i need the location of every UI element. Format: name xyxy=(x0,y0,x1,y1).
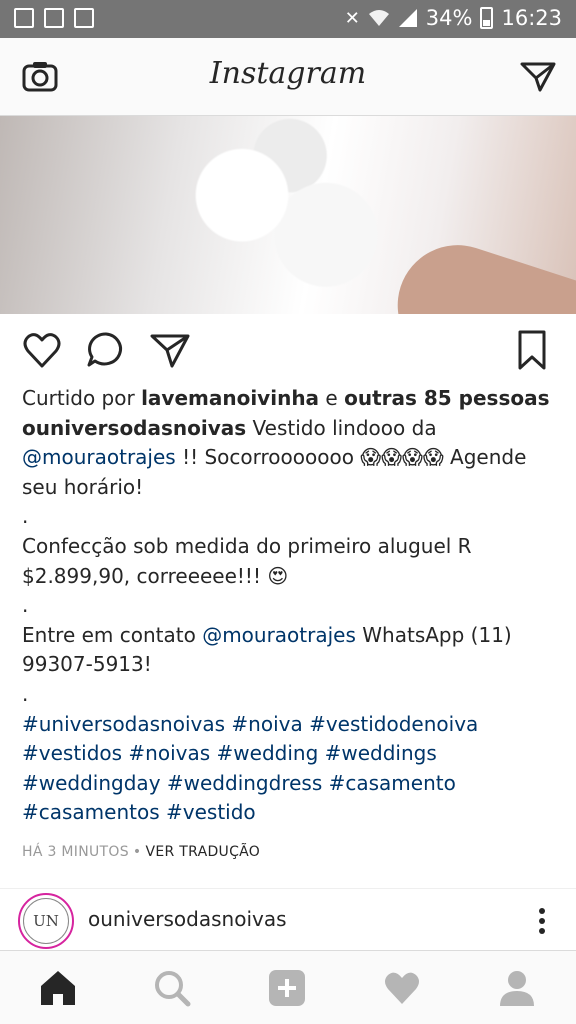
mention-link[interactable]: @mouraotrajes xyxy=(202,623,356,647)
wifi-icon xyxy=(368,10,389,26)
caption-dot: . xyxy=(22,504,29,529)
caption-text-4: Entre em contato xyxy=(22,622,203,647)
direct-icon[interactable] xyxy=(520,60,556,92)
search-icon[interactable] xyxy=(152,969,192,1007)
post-meta: HÁ 3 MINUTOS • VER TRADUÇÃO xyxy=(22,838,562,868)
caption-author[interactable]: ouniversodasnoivas xyxy=(22,416,246,440)
caption-dot: . xyxy=(22,681,29,706)
next-post-header: UN ouniversodasnoivas xyxy=(0,888,576,950)
mention-link[interactable]: @mouraotrajes xyxy=(22,445,176,469)
download-icon xyxy=(74,8,94,28)
caption: ouniversodasnoivas Vestido lindooo da @m… xyxy=(22,414,562,503)
image-icon xyxy=(14,8,34,28)
comment-icon[interactable] xyxy=(86,330,126,370)
home-icon[interactable] xyxy=(38,969,78,1007)
avatar[interactable]: UN xyxy=(18,893,74,949)
mute-icon: ✕ xyxy=(344,7,360,29)
post-actions xyxy=(0,318,576,382)
caption-contact: Entre em contato @mouraotrajes WhatsApp … xyxy=(22,621,562,680)
activity-icon[interactable] xyxy=(382,969,422,1007)
avatar-logo: UN xyxy=(23,898,69,944)
battery-icon xyxy=(480,7,494,29)
post-image[interactable] xyxy=(0,116,576,314)
caption-text-3: Confecção sob medida do primeiro aluguel… xyxy=(22,533,472,588)
next-post-username[interactable]: ouniversodasnoivas xyxy=(88,907,287,931)
heart-icon[interactable] xyxy=(22,330,62,370)
see-translation-link[interactable]: VER TRADUÇÃO xyxy=(145,844,260,860)
hashtags[interactable]: #universodasnoivas #noiva #vestidodenoiv… xyxy=(22,710,562,828)
instagram-logo[interactable]: Instagram xyxy=(0,56,576,91)
liked-others[interactable]: outras 85 pessoas xyxy=(344,386,549,410)
more-options-icon[interactable] xyxy=(538,907,546,935)
bookmark-icon[interactable] xyxy=(512,330,552,370)
caption-text-1: Vestido lindooo da xyxy=(246,415,437,440)
likes-prefix: Curtido por xyxy=(22,386,142,410)
dress-lace-detail xyxy=(170,116,410,314)
post-timestamp: HÁ 3 MINUTOS xyxy=(22,843,129,860)
clock: 16:23 xyxy=(501,6,562,30)
share-icon[interactable] xyxy=(150,330,190,370)
bottom-nav xyxy=(0,950,576,1024)
battery-percent: 34% xyxy=(425,6,473,30)
profile-icon[interactable] xyxy=(497,969,537,1007)
status-bar: ✕ 34% 16:23 xyxy=(0,0,576,38)
meta-separator: • xyxy=(132,843,142,860)
likes-line: Curtido por lavemanoivinha e outras 85 p… xyxy=(22,384,562,414)
file-icon xyxy=(44,8,64,28)
caption-dot: . xyxy=(22,593,29,618)
post-content: Curtido por lavemanoivinha e outras 85 p… xyxy=(22,384,562,868)
likes-connector: e xyxy=(319,386,345,410)
app-header: Instagram xyxy=(0,38,576,116)
signal-icon xyxy=(398,9,417,27)
hand-detail xyxy=(382,229,576,314)
add-icon[interactable] xyxy=(267,969,307,1007)
liked-by-user[interactable]: lavemanoivinha xyxy=(141,386,319,410)
